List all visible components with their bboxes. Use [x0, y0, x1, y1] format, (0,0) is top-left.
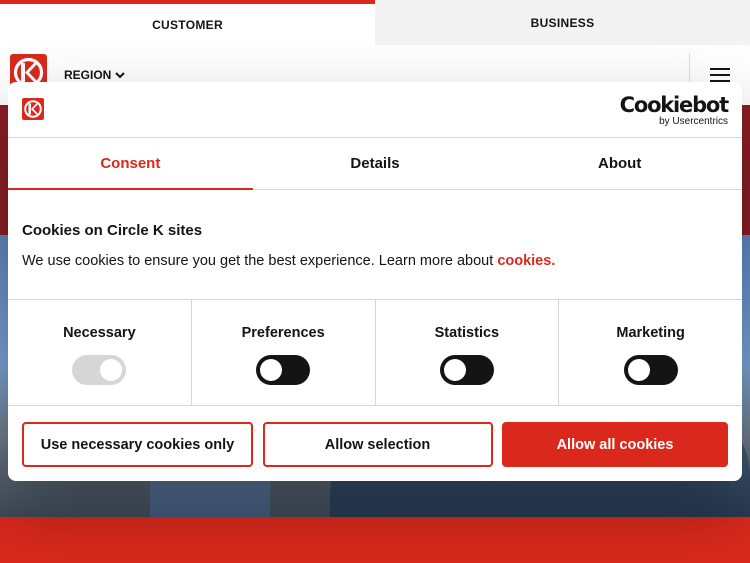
statistics-switch[interactable] [439, 355, 494, 385]
toggle-label: Preferences [241, 325, 325, 341]
region-selector[interactable]: REGION [64, 68, 126, 82]
tab-consent[interactable]: Consent [8, 138, 253, 190]
toggle-label: Statistics [434, 325, 500, 341]
necessary-switch [72, 355, 127, 385]
dialog-body: Cookies on Circle K sites We use cookies… [22, 222, 728, 269]
cookies-link[interactable]: cookies. [497, 253, 555, 269]
toggle-marketing: Marketing [559, 300, 742, 405]
toggle-statistics: Statistics [376, 300, 560, 405]
audience-tabs: CUSTOMER BUSINESS [0, 0, 750, 45]
dialog-text: We use cookies to ensure you get the bes… [22, 253, 728, 269]
chevron-down-icon [115, 71, 126, 78]
toggle-preferences: Preferences [192, 300, 376, 405]
tab-business[interactable]: BUSINESS [375, 0, 750, 45]
tab-details[interactable]: Details [253, 138, 498, 189]
cookiebot-by: by Usercentrics [659, 116, 728, 127]
necessary-only-button[interactable]: Use necessary cookies only [22, 422, 253, 467]
toggle-necessary: Necessary [8, 300, 192, 405]
circle-k-logo-icon [22, 98, 44, 120]
dialog-tabs: Consent Details About [8, 138, 742, 190]
allow-selection-button[interactable]: Allow selection [262, 422, 493, 467]
dialog-header: Cookiebot by Usercentrics [8, 82, 742, 138]
tab-about[interactable]: About [497, 138, 742, 189]
consent-toggles: Necessary Preferences Statistics Marketi… [8, 299, 742, 406]
region-label: REGION [64, 68, 112, 82]
preferences-switch[interactable] [256, 355, 311, 385]
hamburger-menu-icon[interactable] [710, 68, 730, 82]
dialog-text-body: We use cookies to ensure you get the bes… [22, 253, 498, 269]
dialog-title: Cookies on Circle K sites [22, 222, 203, 239]
cookie-consent-dialog: Cookiebot by Usercentrics Consent Detail… [8, 82, 742, 481]
cookiebot-name: Cookiebot [619, 93, 730, 117]
cookiebot-logo[interactable]: Cookiebot by Usercentrics [619, 93, 730, 127]
allow-all-button[interactable]: Allow all cookies [502, 422, 728, 467]
tab-customer[interactable]: CUSTOMER [0, 0, 375, 45]
dialog-actions: Use necessary cookies only Allow selecti… [22, 422, 728, 467]
marketing-switch[interactable] [623, 355, 678, 385]
hero-red-band [0, 517, 750, 563]
toggle-label: Marketing [616, 325, 685, 341]
toggle-label: Necessary [63, 325, 136, 341]
